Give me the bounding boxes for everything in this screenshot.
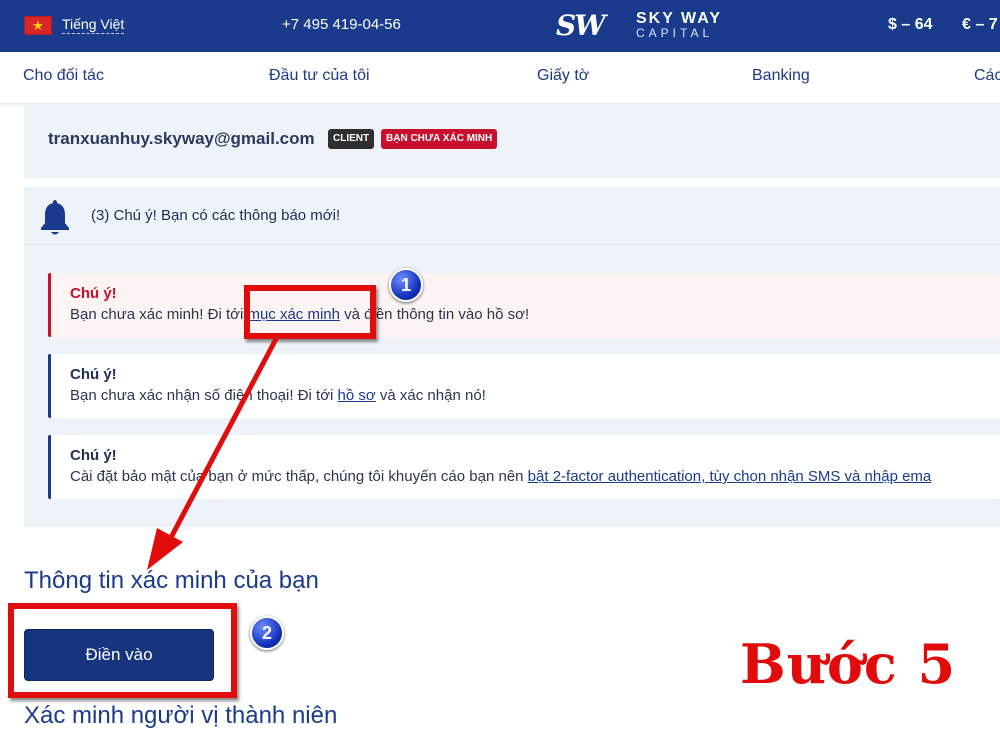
step-label: Bước 5 (740, 632, 957, 696)
step-number-badge: 1 (389, 268, 423, 302)
step-number-badge: 2 (250, 616, 284, 650)
